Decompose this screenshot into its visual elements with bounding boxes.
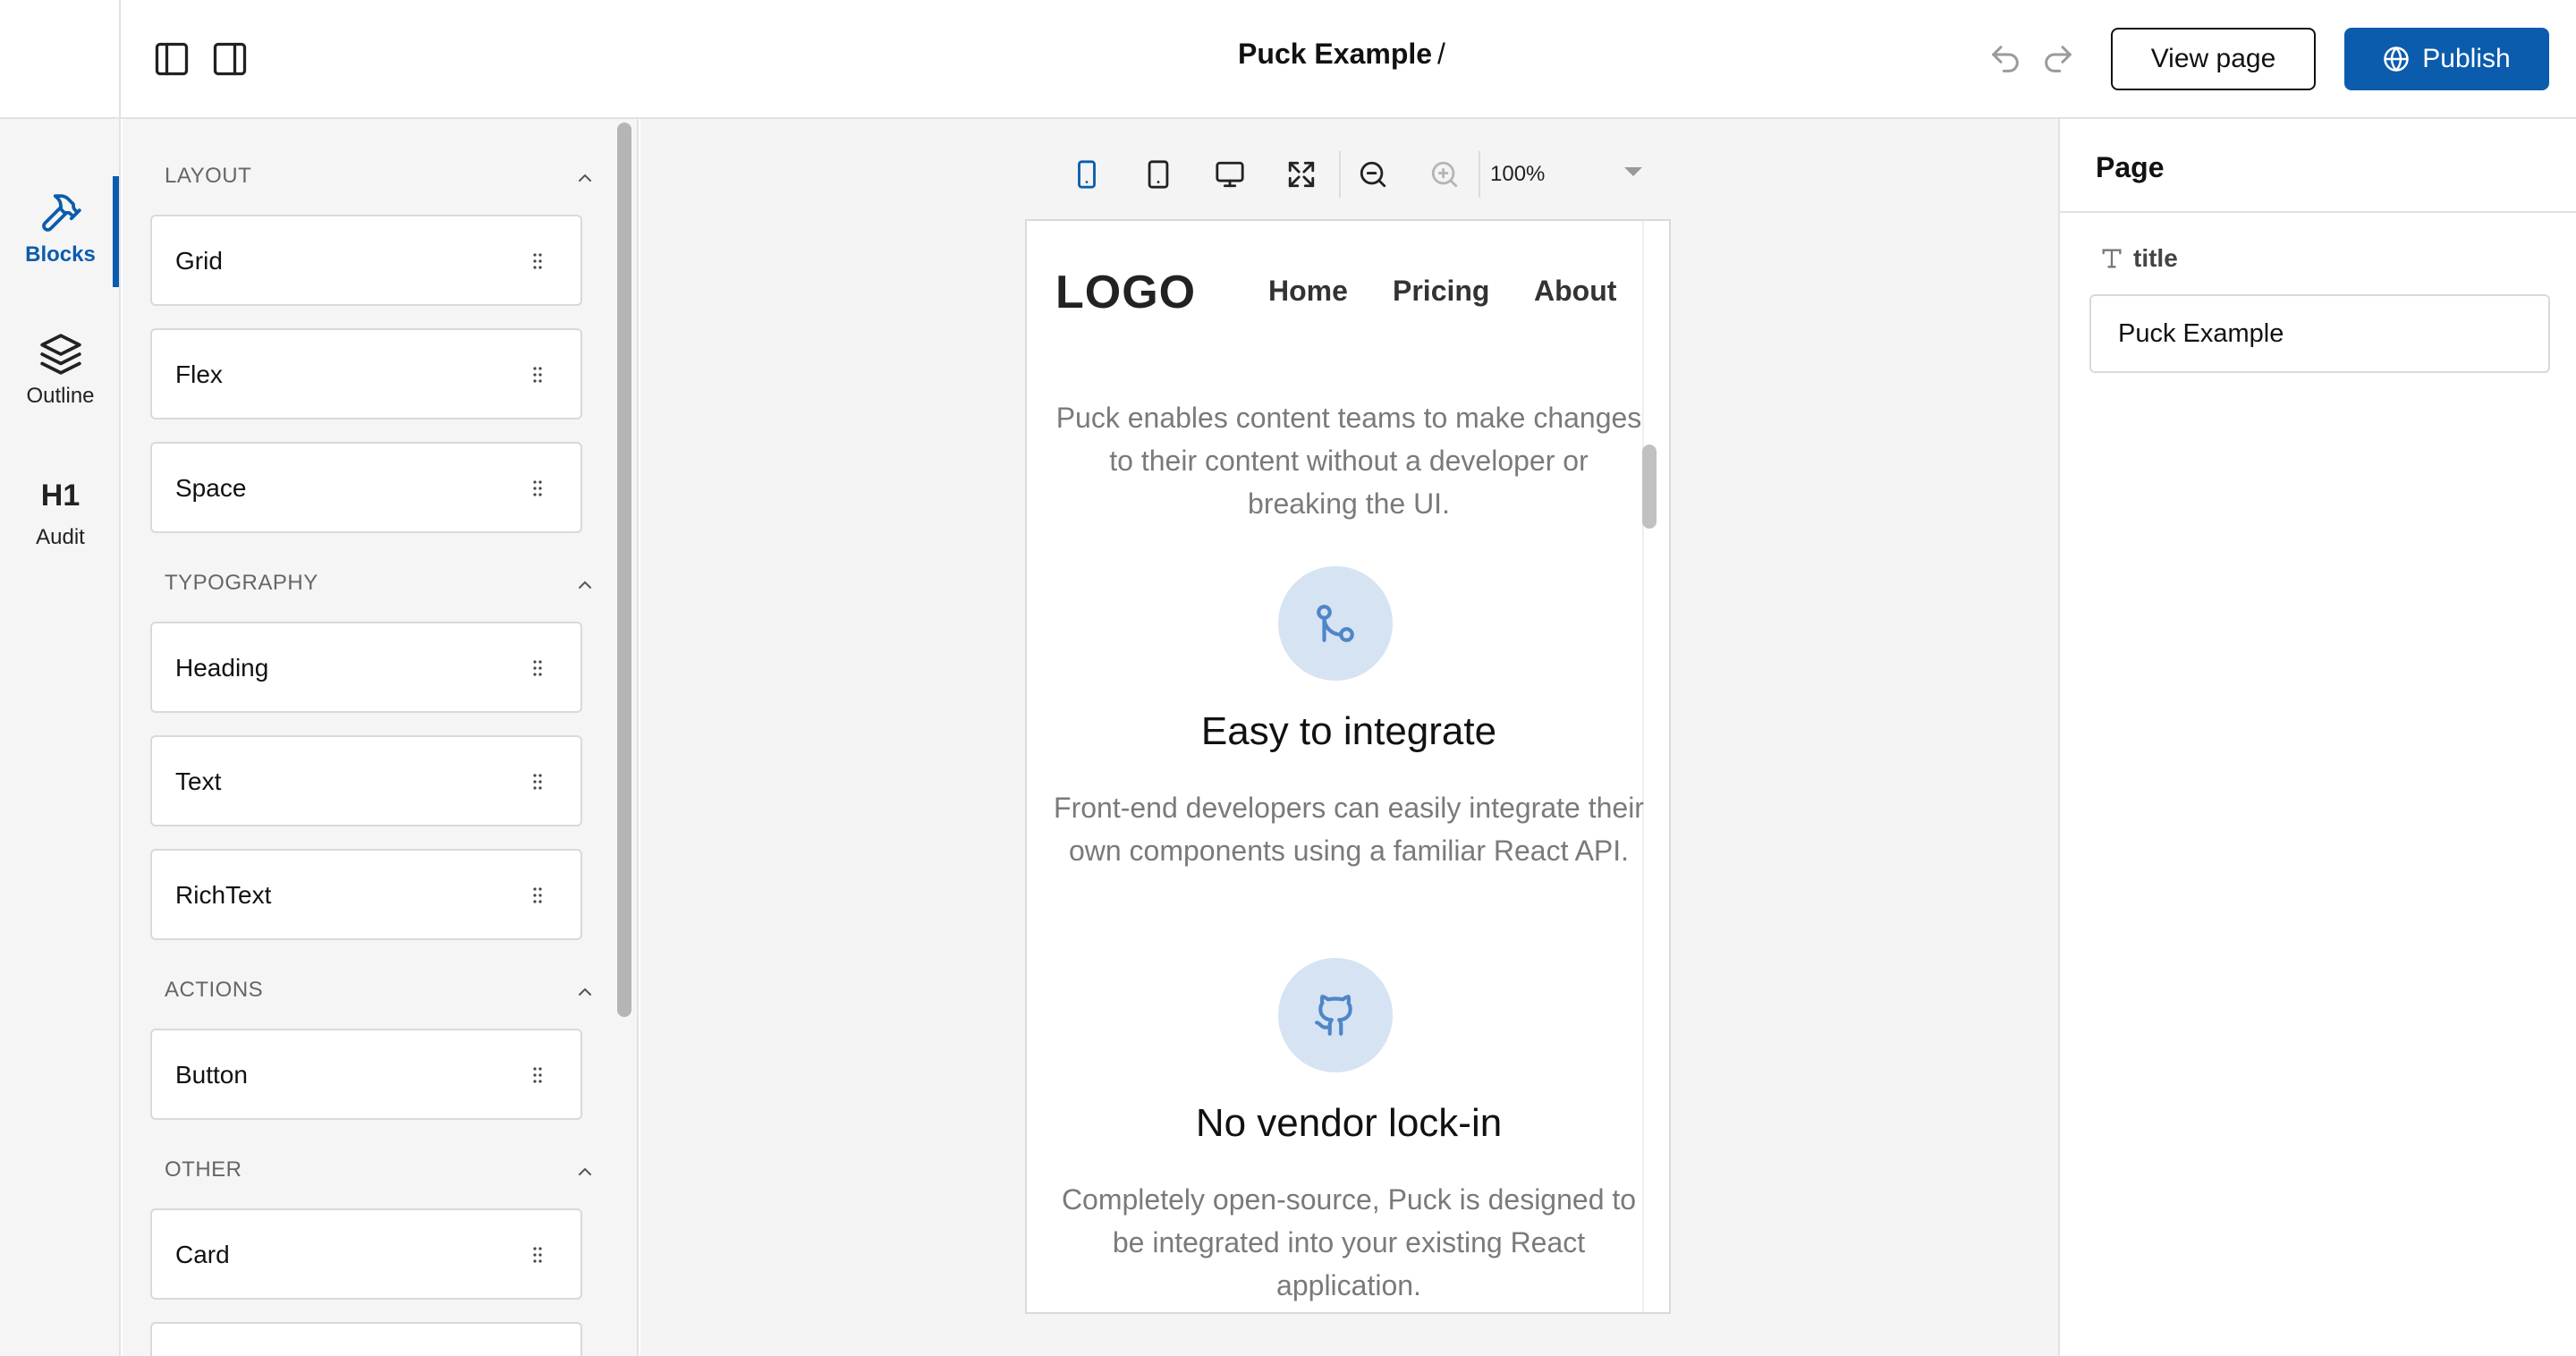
nav-item-outline[interactable]: Outline <box>0 332 121 443</box>
fields-panel-header: Page <box>2060 119 2576 213</box>
title-field-label: title <box>2099 244 2178 273</box>
drag-handle-icon[interactable] <box>527 364 548 386</box>
feature-title: Easy to integrate <box>1200 709 1497 753</box>
heading-icon: H1 <box>38 473 83 518</box>
page-title: Puck Example / <box>1118 38 1565 71</box>
component-item-button[interactable]: Button <box>150 1029 582 1120</box>
component-name: Flex <box>175 360 223 388</box>
publish-label: Publish <box>2422 44 2511 73</box>
chevron-down-icon <box>1624 167 1642 176</box>
zoom-select[interactable]: 100% <box>1490 155 1642 194</box>
right-sidebar-toggle-icon[interactable] <box>210 39 250 79</box>
component-name: Button <box>175 1061 248 1089</box>
component-item-space[interactable]: Space <box>150 442 582 533</box>
chevron-up-icon <box>574 1161 596 1182</box>
title-input[interactable] <box>2089 294 2550 373</box>
desktop-viewport-icon[interactable] <box>1210 155 1250 194</box>
preview-canvas: 100% LOGO Home Pricing About Puck enable… <box>640 119 2058 1356</box>
mobile-viewport-icon[interactable] <box>1067 155 1106 194</box>
puck-editor: Puck Example / View page Publish Blocks … <box>0 0 2576 1356</box>
drag-handle-icon[interactable] <box>527 1064 548 1086</box>
toolbar-divider <box>1339 151 1341 198</box>
component-name: Heading <box>175 654 269 682</box>
zoom-in-icon[interactable] <box>1425 155 1464 194</box>
component-name: Card <box>175 1241 230 1268</box>
nav-label-audit: Audit <box>36 525 85 549</box>
header-corner <box>0 0 121 119</box>
drag-handle-icon[interactable] <box>527 478 548 499</box>
git-merge-icon <box>1278 566 1393 681</box>
audit-glyph: H1 <box>40 479 80 513</box>
component-name: Grid <box>175 247 223 275</box>
publish-button[interactable]: Publish <box>2344 28 2549 90</box>
github-icon <box>1278 958 1393 1072</box>
component-item-flex[interactable]: Flex <box>150 328 582 420</box>
chevron-up-icon <box>574 981 596 1003</box>
nav-item-blocks[interactable]: Blocks <box>0 191 121 301</box>
component-item-text[interactable]: Text <box>150 735 582 826</box>
component-item-richtext[interactable]: RichText <box>150 849 582 940</box>
drag-handle-icon[interactable] <box>527 771 548 792</box>
zoom-out-icon[interactable] <box>1353 155 1393 194</box>
drag-handle-icon[interactable] <box>527 657 548 679</box>
fullscreen-icon[interactable] <box>1282 155 1321 194</box>
title-field-label-text: title <box>2133 244 2178 272</box>
drag-handle-icon[interactable] <box>527 1244 548 1266</box>
frame-scrollbar[interactable] <box>1642 445 1657 529</box>
toolbar-divider <box>1479 151 1480 198</box>
left-sidebar-toggle-icon[interactable] <box>152 39 191 79</box>
site-nav-home[interactable]: Home <box>1268 275 1348 308</box>
site-nav-pricing[interactable]: Pricing <box>1393 275 1489 308</box>
tablet-viewport-icon[interactable] <box>1139 155 1178 194</box>
intro-text: Puck enables content teams to make chang… <box>1055 402 1642 520</box>
component-name: Space <box>175 474 247 502</box>
section-header-other[interactable]: OTHER <box>165 1157 612 1193</box>
fields-panel-title: Page <box>2096 151 2165 183</box>
title-separator: / <box>1437 38 1445 70</box>
feature-text: Completely open-source, Puck is designed… <box>1061 1183 1637 1301</box>
section-title: TYPOGRAPHY <box>165 571 318 595</box>
chevron-up-icon <box>574 167 596 189</box>
section-title: OTHER <box>165 1157 242 1182</box>
nav-item-audit[interactable]: H1 Audit <box>0 473 121 584</box>
section-header-actions[interactable]: ACTIONS <box>165 978 612 1013</box>
chevron-up-icon <box>574 574 596 596</box>
layers-icon <box>38 332 83 377</box>
component-item-grid[interactable]: Grid <box>150 215 582 306</box>
component-item-heading[interactable]: Heading <box>150 622 582 713</box>
drawer-scrollbar[interactable] <box>617 123 631 1017</box>
section-title: LAYOUT <box>165 164 252 188</box>
fields-panel: Page title <box>2058 119 2576 1356</box>
component-item-partial[interactable] <box>150 1322 582 1356</box>
globe-icon <box>2383 46 2410 72</box>
nav-label-blocks: Blocks <box>25 242 96 267</box>
section-header-typography[interactable]: TYPOGRAPHY <box>165 571 612 606</box>
drag-handle-icon[interactable] <box>527 885 548 906</box>
section-title: ACTIONS <box>165 978 264 1002</box>
hammer-icon <box>38 191 83 235</box>
component-item-card[interactable]: Card <box>150 1208 582 1300</box>
text-type-icon <box>2099 246 2124 271</box>
components-drawer: LAYOUT Grid Flex Space TYPOGRAPHY Headin… <box>123 119 639 1356</box>
page-title-text: Puck Example <box>1238 38 1433 70</box>
section-header-layout[interactable]: LAYOUT <box>165 164 612 199</box>
feature-title: No vendor lock-in <box>1195 1101 1503 1145</box>
feature-text: Front-end developers can easily integrat… <box>1054 792 1644 867</box>
redo-icon[interactable] <box>2040 41 2076 77</box>
component-name: RichText <box>175 881 272 909</box>
frame-scroll-track <box>1642 221 1669 1312</box>
left-nav-rail: Blocks Outline H1 Audit <box>0 119 121 1356</box>
component-name: Text <box>175 767 222 795</box>
nav-label-outline: Outline <box>26 384 95 408</box>
preview-frame[interactable]: LOGO Home Pricing About Puck enables con… <box>1025 219 1671 1314</box>
site-nav-about[interactable]: About <box>1534 275 1616 308</box>
site-logo[interactable]: LOGO <box>1055 266 1196 319</box>
view-page-button[interactable]: View page <box>2111 28 2316 90</box>
header-bar: Puck Example / View page Publish <box>0 0 2576 119</box>
undo-icon[interactable] <box>1987 41 2023 77</box>
zoom-value: 100% <box>1490 162 1546 186</box>
drag-handle-icon[interactable] <box>527 250 548 272</box>
